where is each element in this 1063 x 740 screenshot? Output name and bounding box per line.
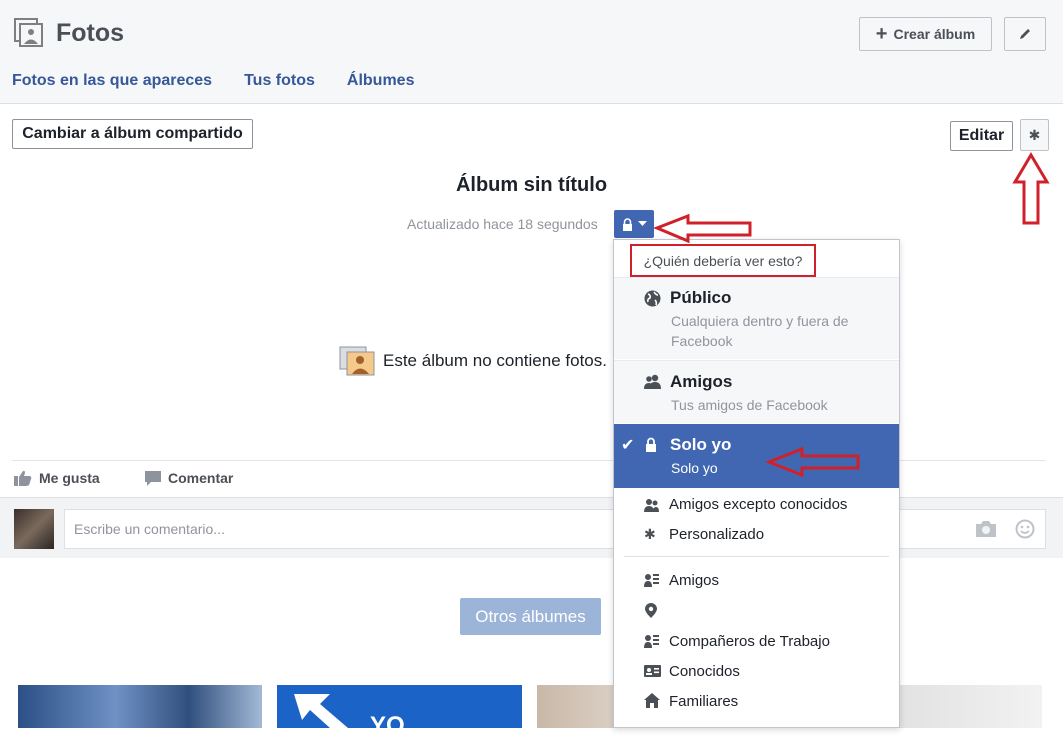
tab-photos-of-you[interactable]: Fotos en las que apareces	[12, 72, 212, 90]
globe-icon	[644, 290, 661, 307]
page-title: Fotos	[56, 19, 125, 47]
comment-label: Comentar	[168, 470, 234, 486]
list-icon	[644, 574, 659, 587]
privacy-option-desc: Cualquiera dentro y fuera de Facebook	[671, 313, 849, 349]
privacy-selector-button[interactable]	[614, 210, 654, 238]
privacy-option-title: Solo yo	[670, 435, 732, 454]
privacy-list-label: Conocidos	[669, 663, 740, 680]
camera-icon[interactable]	[976, 520, 996, 537]
empty-album-message: Este álbum no contiene fotos.	[383, 351, 607, 370]
photos-icon	[14, 18, 43, 47]
pencil-icon	[1020, 29, 1030, 39]
shared-album-button[interactable]: Cambiar a álbum compartido	[12, 119, 253, 149]
privacy-list-family[interactable]: Familiares	[614, 689, 899, 715]
emoji-icon[interactable]	[1015, 519, 1035, 539]
privacy-option-friends-except[interactable]: Amigos excepto conocidos	[614, 492, 899, 518]
create-album-label: Crear álbum	[893, 26, 976, 42]
empty-album-icon	[339, 346, 375, 376]
other-albums-button[interactable]: Otros álbumes	[460, 598, 601, 635]
menu-separator	[624, 556, 889, 557]
album-settings-button[interactable]: ✱	[1020, 119, 1049, 151]
privacy-option-label: Personalizado	[669, 526, 765, 543]
privacy-option-custom[interactable]: ✱ Personalizado	[614, 522, 899, 548]
checkmark-icon: ✔	[621, 437, 635, 454]
album-title: Álbum sin título	[455, 174, 608, 196]
edit-pencil-button[interactable]	[1004, 17, 1046, 51]
tab-your-photos[interactable]: Tus fotos	[244, 72, 315, 90]
arrow-graphic	[294, 694, 348, 728]
privacy-list-friends[interactable]: Amigos	[614, 568, 899, 594]
comment-button[interactable]: Comentar	[145, 470, 233, 486]
privacy-list-label: Compañeros de Trabajo	[669, 633, 830, 650]
friends-except-icon	[644, 499, 659, 512]
friends-icon	[644, 374, 661, 389]
list-icon	[644, 635, 659, 648]
id-card-icon	[644, 665, 661, 677]
photo-tabs: Fotos en las que apareces Tus fotos Álbu…	[12, 72, 414, 90]
album-thumbnail[interactable]	[900, 685, 1042, 728]
privacy-list-label: Familiares	[669, 693, 739, 710]
lock-icon	[622, 217, 632, 231]
lock-icon	[646, 437, 656, 452]
privacy-menu-header: ¿Quién debería ver esto?	[630, 244, 816, 277]
edit-album-button[interactable]: Editar	[950, 121, 1013, 151]
like-button[interactable]: Me gusta	[14, 470, 100, 486]
avatar	[14, 509, 54, 549]
privacy-option-friends[interactable]: Amigos Tus amigos de Facebook	[614, 360, 899, 423]
album-thumbnail[interactable]	[18, 685, 262, 728]
comment-icon	[145, 470, 161, 486]
privacy-option-title: Público	[670, 288, 732, 307]
privacy-list-acquaintances[interactable]: Conocidos	[614, 659, 899, 685]
like-label: Me gusta	[39, 470, 100, 486]
privacy-option-title: Amigos	[670, 372, 733, 391]
privacy-option-desc: Tus amigos de Facebook	[671, 397, 828, 413]
location-pin-icon	[645, 603, 657, 618]
privacy-option-label: Amigos excepto conocidos	[669, 496, 848, 513]
privacy-list-label: Amigos	[669, 572, 720, 589]
house-icon	[644, 693, 660, 708]
tab-albums[interactable]: Álbumes	[347, 72, 415, 90]
annotation-arrow-left	[766, 446, 860, 478]
gear-icon: ✱	[644, 526, 656, 542]
create-album-button[interactable]: + Crear álbum	[859, 17, 992, 51]
plus-icon: +	[875, 23, 888, 45]
privacy-option-public[interactable]: Público Cualquiera dentro y fuera de Fac…	[614, 277, 899, 359]
thumbnail-caption: YO	[370, 712, 405, 739]
annotation-arrow-up	[1012, 152, 1050, 225]
thumbs-up-icon	[14, 470, 32, 486]
updated-timestamp: Actualizado hace 18 segundos	[407, 216, 598, 232]
annotation-arrow-left	[654, 213, 752, 243]
privacy-list-location[interactable]	[614, 598, 899, 624]
gear-icon: ✱	[1028, 126, 1041, 143]
privacy-list-coworkers[interactable]: Compañeros de Trabajo	[614, 629, 899, 655]
caret-down-icon	[637, 221, 647, 226]
